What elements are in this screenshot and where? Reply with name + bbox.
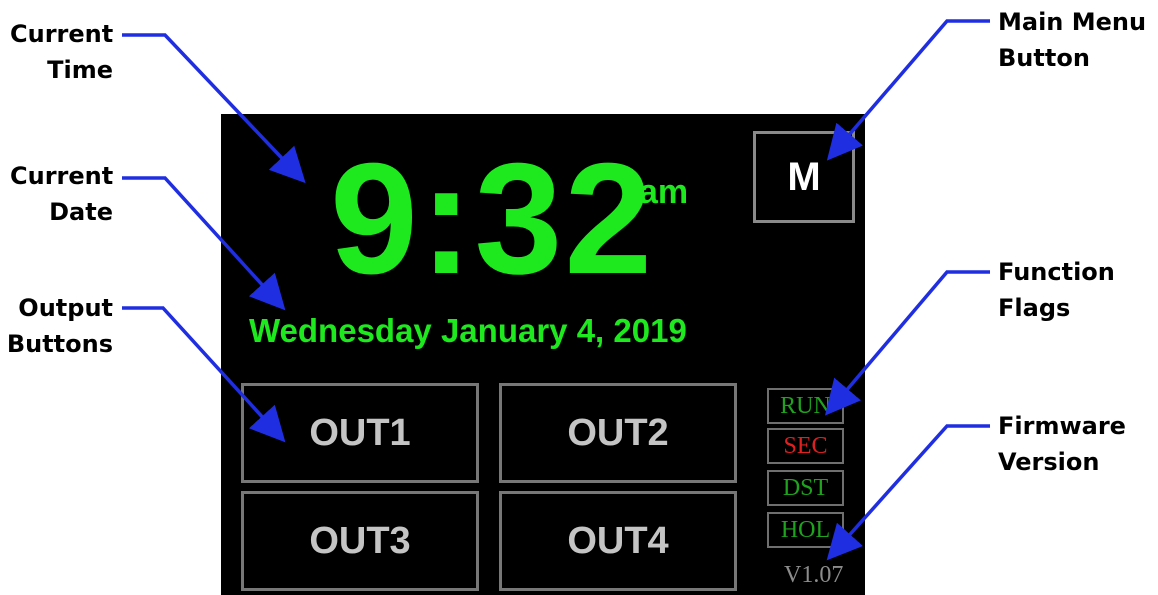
callout-current-date-line1: Current — [10, 162, 114, 190]
callout-current-time-line1: Current — [10, 20, 114, 48]
callout-firmware-version-line2: Version — [998, 448, 1100, 476]
flag-sec: SEC — [767, 428, 844, 464]
output-button-1[interactable]: OUT1 — [241, 383, 479, 483]
am-pm-indicator: am — [639, 173, 689, 211]
callout-function-flags: Function Flags — [998, 254, 1115, 326]
flag-hol: HOL — [767, 512, 844, 548]
callout-firmware-version-line1: Firmware — [998, 412, 1126, 440]
current-date: Wednesday January 4, 2019 — [249, 312, 687, 349]
callout-output-buttons: Output Buttons — [0, 290, 113, 362]
callout-output-buttons-line1: Output — [18, 294, 113, 322]
callout-current-date-line2: Date — [49, 198, 113, 226]
firmware-version: V1.07 — [784, 562, 844, 588]
callout-main-menu-line2: Button — [998, 44, 1090, 72]
callout-current-time-line2: Time — [47, 56, 113, 84]
flag-run: RUN — [767, 388, 844, 424]
current-time: 9:32 — [330, 131, 655, 307]
output-button-2[interactable]: OUT2 — [499, 383, 737, 483]
flag-dst: DST — [767, 470, 844, 506]
callout-current-date: Current Date — [10, 158, 113, 230]
output-button-4[interactable]: OUT4 — [499, 491, 737, 591]
callout-function-flags-line2: Flags — [998, 294, 1071, 322]
main-menu-button[interactable]: M — [753, 131, 855, 223]
output-button-3[interactable]: OUT3 — [241, 491, 479, 591]
callout-main-menu-line1: Main Menu — [998, 8, 1147, 36]
callout-current-time: Current Time — [10, 16, 113, 88]
callout-function-flags-line1: Function — [998, 258, 1115, 286]
callout-output-buttons-line2: Buttons — [6, 330, 113, 358]
callout-main-menu: Main Menu Button — [998, 4, 1146, 76]
callout-firmware-version: Firmware Version — [998, 408, 1126, 480]
